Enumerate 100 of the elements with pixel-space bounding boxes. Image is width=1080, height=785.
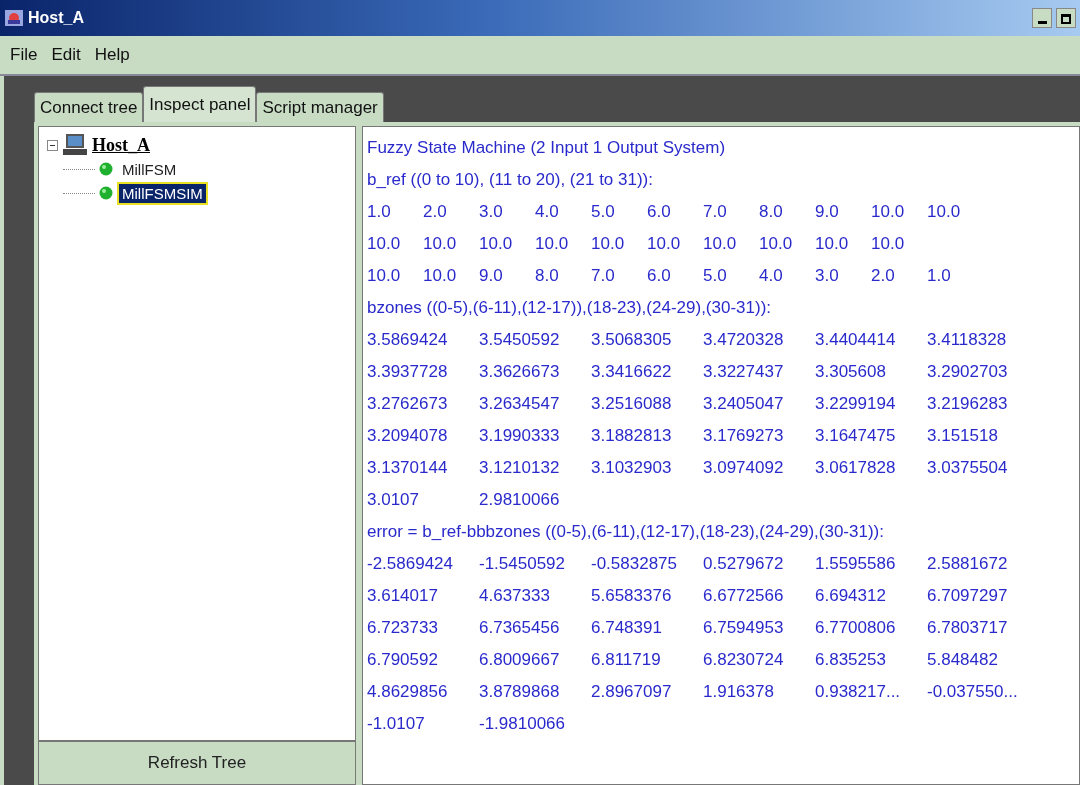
value-cell-text: 3.2634547 bbox=[479, 394, 561, 414]
status-dot-icon bbox=[99, 162, 113, 176]
value-cell-text: 3.0 bbox=[479, 202, 504, 222]
value-cell-text: 6.6772566 bbox=[703, 586, 785, 606]
value-cell-text: 5.0 bbox=[703, 266, 728, 286]
value-cell-text: 4.0 bbox=[535, 202, 560, 222]
value-cell-text: 3.5869424 bbox=[367, 330, 449, 350]
value-cell-text: 3.2094078 bbox=[367, 426, 449, 446]
tab[interactable]: Connect tree bbox=[34, 92, 144, 122]
value-cell-text: 7.0 bbox=[591, 266, 616, 286]
value-cell-text: 6.7594953 bbox=[703, 618, 785, 638]
tree-root[interactable]: Host_A bbox=[92, 134, 150, 156]
value-cell-text: 2.9810066 bbox=[479, 490, 561, 510]
value-cell-text: 3.0 bbox=[815, 266, 840, 286]
value-cell-text: 6.748391 bbox=[591, 618, 663, 638]
value-cell-text: 10.0 bbox=[647, 234, 682, 254]
value-cell-text: 1.5595586 bbox=[815, 554, 897, 574]
refresh-tree-button[interactable]: Refresh Tree bbox=[38, 741, 356, 785]
value-cell-text: 10.0 bbox=[367, 266, 402, 286]
value-cell-text: 6.835253 bbox=[815, 650, 887, 670]
tree-item[interactable]: MillFSM bbox=[117, 157, 182, 181]
value-cell-text: -1.5450592 bbox=[479, 554, 567, 574]
value-cell-text: -0.037550... bbox=[927, 682, 1019, 702]
value-cell-text: 3.1032903 bbox=[591, 458, 673, 478]
value-cell-text: 3.2902703 bbox=[927, 362, 1009, 382]
menu-item[interactable]: Edit bbox=[51, 45, 81, 65]
value-cell-text: 3.2516088 bbox=[591, 394, 673, 414]
value-cell-text: 3.4404414 bbox=[815, 330, 897, 350]
tab[interactable]: Script manager bbox=[256, 92, 384, 122]
menu-item[interactable]: File bbox=[10, 45, 38, 65]
output-line: Fuzzy State Machine (2 Input 1 Output System) bbox=[367, 137, 727, 159]
value-cell-text: 6.723733 bbox=[367, 618, 439, 638]
value-cell-text: 3.0375504 bbox=[927, 458, 1009, 478]
maximize-button[interactable] bbox=[1056, 8, 1076, 28]
value-cell-text: 5.6583376 bbox=[591, 586, 673, 606]
value-cell-text: -2.5869424 bbox=[367, 554, 455, 574]
value-cell-text: 3.3227437 bbox=[703, 362, 785, 382]
value-cell-text: 5.0 bbox=[591, 202, 616, 222]
value-cell-text: 10.0 bbox=[367, 234, 402, 254]
value-cell-text: 7.0 bbox=[703, 202, 728, 222]
value-cell-text: 10.0 bbox=[423, 234, 458, 254]
output-line: error = b_ref-bbbzones ((0-5),(6-11),(12-17),(18-23),(24-29),(30-31)): bbox=[367, 521, 885, 543]
value-cell-text: 3.2196283 bbox=[927, 394, 1009, 414]
value-cell-text: 3.2405047 bbox=[703, 394, 785, 414]
value-cell-text: -0.5832875 bbox=[591, 554, 679, 574]
value-cell-text: 9.0 bbox=[479, 266, 504, 286]
value-cell-text: 3.1210132 bbox=[479, 458, 561, 478]
value-cell-text: 6.790592 bbox=[367, 650, 439, 670]
tab[interactable]: Inspect panel bbox=[143, 86, 257, 122]
menu-item[interactable]: Help bbox=[94, 45, 130, 65]
value-cell-text: 6.0 bbox=[647, 202, 672, 222]
value-cell-text: 6.7803717 bbox=[927, 618, 1009, 638]
value-cell-text: 10.0 bbox=[479, 234, 514, 254]
value-cell-text: 4.637333 bbox=[479, 586, 551, 606]
output-line: b_ref ((0 to 10), (11 to 20), (21 to 31)): bbox=[367, 169, 654, 191]
value-cell-text: 10.0 bbox=[423, 266, 458, 286]
collapse-icon[interactable] bbox=[47, 139, 58, 151]
value-cell-text: 6.7700806 bbox=[815, 618, 897, 638]
minimize-button[interactable] bbox=[1032, 8, 1052, 28]
value-cell-text: 10.0 bbox=[703, 234, 738, 254]
value-cell-text: 3.2299194 bbox=[815, 394, 897, 414]
computer-icon bbox=[62, 133, 88, 157]
value-cell-text: 6.811719 bbox=[591, 650, 662, 670]
value-cell-text: 3.3416622 bbox=[591, 362, 673, 382]
value-cell-text: 8.0 bbox=[535, 266, 560, 286]
value-cell-text: 4.8629856 bbox=[367, 682, 449, 702]
value-cell-text: 3.1990333 bbox=[479, 426, 561, 446]
value-cell-text: 6.8230724 bbox=[703, 650, 785, 670]
value-cell-text: 10.0 bbox=[871, 234, 906, 254]
tree-item[interactable]: MillFSMSIM bbox=[117, 181, 208, 205]
value-cell-text: 10.0 bbox=[591, 234, 626, 254]
value-cell-text: 6.0 bbox=[647, 266, 672, 286]
value-cell-text: 3.614017 bbox=[367, 586, 439, 606]
value-cell-text: 3.0617828 bbox=[815, 458, 897, 478]
value-cell-text: 3.1769273 bbox=[703, 426, 785, 446]
value-cell-text: 6.694312 bbox=[815, 586, 887, 606]
status-dot-icon bbox=[99, 186, 113, 200]
value-cell-text: 3.151518 bbox=[927, 426, 999, 446]
value-cell-text: 9.0 bbox=[815, 202, 840, 222]
value-cell-text: 3.0107 bbox=[367, 490, 420, 510]
value-cell-text: 5.848482 bbox=[927, 650, 999, 670]
value-cell-text: 3.1370144 bbox=[367, 458, 449, 478]
value-cell-text: 10.0 bbox=[927, 202, 962, 222]
value-cell-text: 8.0 bbox=[759, 202, 784, 222]
value-cell-text: 3.5068305 bbox=[591, 330, 673, 350]
value-cell-text: 2.5881672 bbox=[927, 554, 1009, 574]
value-cell-text: 3.1882813 bbox=[591, 426, 673, 446]
value-cell-text: 3.4720328 bbox=[703, 330, 785, 350]
value-cell-text: 1.0 bbox=[367, 202, 392, 222]
value-cell-text: 3.8789868 bbox=[479, 682, 561, 702]
value-cell-text: 10.0 bbox=[535, 234, 570, 254]
value-cell-text: 3.1647475 bbox=[815, 426, 897, 446]
value-cell-text: 3.5450592 bbox=[479, 330, 561, 350]
value-cell-text: 3.2762673 bbox=[367, 394, 449, 414]
value-cell-text: 10.0 bbox=[759, 234, 794, 254]
value-cell-text: 3.0974092 bbox=[703, 458, 785, 478]
value-cell-text: 3.4118328 bbox=[927, 330, 1008, 350]
value-cell-text: 10.0 bbox=[871, 202, 906, 222]
value-cell-text: 2.0 bbox=[423, 202, 448, 222]
value-cell-text: 2.8967097 bbox=[591, 682, 673, 702]
